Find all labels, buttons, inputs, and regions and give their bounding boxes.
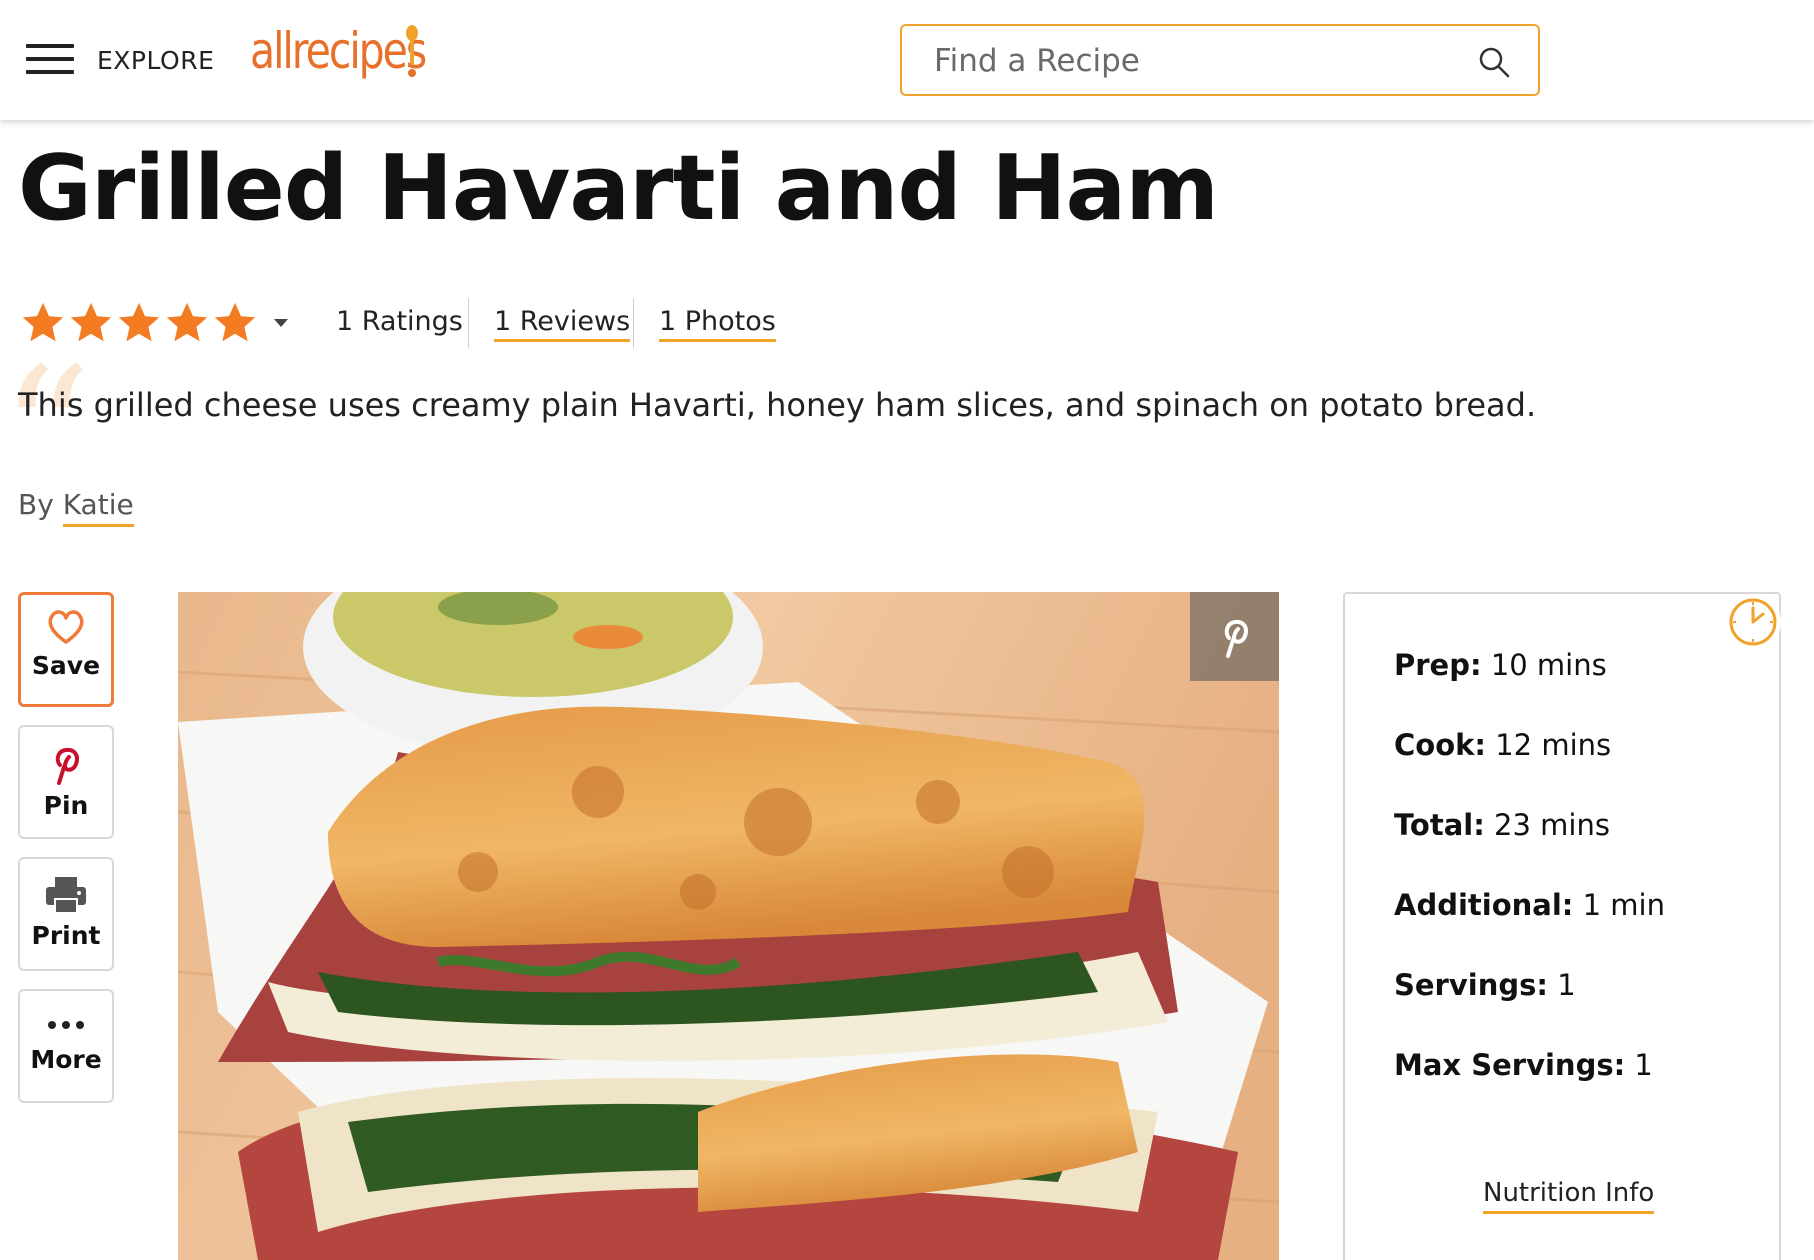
explore-link[interactable]: EXPLORE xyxy=(97,46,214,75)
divider xyxy=(633,298,634,348)
info-key: Prep: xyxy=(1394,648,1482,682)
info-value: 1 xyxy=(1634,1048,1653,1082)
pin-image-button[interactable] xyxy=(1190,592,1279,681)
photos-link[interactable]: 1 Photos xyxy=(659,306,776,342)
info-row-max-servings: Max Servings: 1 xyxy=(1394,1048,1653,1082)
info-row-additional: Additional: 1 min xyxy=(1394,888,1665,922)
star-icon xyxy=(118,302,160,342)
info-key: Max Servings: xyxy=(1394,1048,1626,1082)
print-button[interactable]: Print xyxy=(18,857,114,971)
divider xyxy=(468,298,469,348)
info-key: Servings: xyxy=(1394,968,1548,1002)
pinterest-icon xyxy=(1224,619,1248,658)
star-icon xyxy=(214,302,256,342)
info-row-total: Total: 23 mins xyxy=(1394,808,1610,842)
search-icon[interactable] xyxy=(1478,46,1510,78)
info-value: 10 mins xyxy=(1490,648,1607,682)
info-value: 1 xyxy=(1557,968,1576,1002)
search-input[interactable] xyxy=(934,40,1454,82)
save-button[interactable]: Save xyxy=(18,592,114,707)
heart-icon xyxy=(48,610,84,644)
recipe-title: Grilled Havarti and Ham xyxy=(18,136,1219,241)
star-icon xyxy=(166,302,208,342)
chevron-down-icon[interactable] xyxy=(272,317,290,329)
pin-button[interactable]: Pin xyxy=(18,725,114,839)
info-key: Additional: xyxy=(1394,888,1574,922)
info-row-cook: Cook: 12 mins xyxy=(1394,728,1611,762)
printer-icon xyxy=(46,877,86,914)
pinterest-icon xyxy=(55,747,79,785)
info-key: Cook: xyxy=(1394,728,1487,762)
recipe-info-card: Prep: 10 mins Cook: 12 mins Total: 23 mi… xyxy=(1343,592,1781,1260)
more-label: More xyxy=(30,1045,102,1074)
info-key: Total: xyxy=(1394,808,1485,842)
more-button[interactable]: More xyxy=(18,989,114,1103)
author-link[interactable]: Katie xyxy=(62,488,134,527)
info-value: 23 mins xyxy=(1494,808,1610,842)
search-box xyxy=(900,24,1540,96)
more-dots-icon xyxy=(48,1021,84,1029)
save-label: Save xyxy=(31,651,101,680)
print-label: Print xyxy=(31,921,101,950)
recipe-photo[interactable] xyxy=(178,592,1279,1260)
info-row-prep: Prep: 10 mins xyxy=(1394,648,1607,682)
byline-prefix: By xyxy=(18,488,54,521)
nutrition-info-link[interactable]: Nutrition Info xyxy=(1483,1178,1655,1214)
pin-label: Pin xyxy=(43,791,89,820)
recipe-description: This grilled cheese uses creamy plain Ha… xyxy=(18,386,1537,424)
info-value: 12 mins xyxy=(1495,728,1612,762)
byline: By Katie xyxy=(18,488,134,527)
site-logo[interactable]: allrecipes xyxy=(250,22,427,80)
site-header: EXPLORE allrecipes xyxy=(0,0,1814,120)
sandwich-image xyxy=(178,592,1279,1260)
info-row-servings: Servings: 1 xyxy=(1394,968,1576,1002)
logo-spoon-icon xyxy=(406,25,418,77)
reviews-link[interactable]: 1 Reviews xyxy=(494,306,631,342)
clock-icon xyxy=(1725,594,1781,650)
menu-icon[interactable] xyxy=(26,44,74,76)
ratings-count: 1 Ratings xyxy=(336,306,463,337)
info-value: 1 min xyxy=(1582,888,1665,922)
